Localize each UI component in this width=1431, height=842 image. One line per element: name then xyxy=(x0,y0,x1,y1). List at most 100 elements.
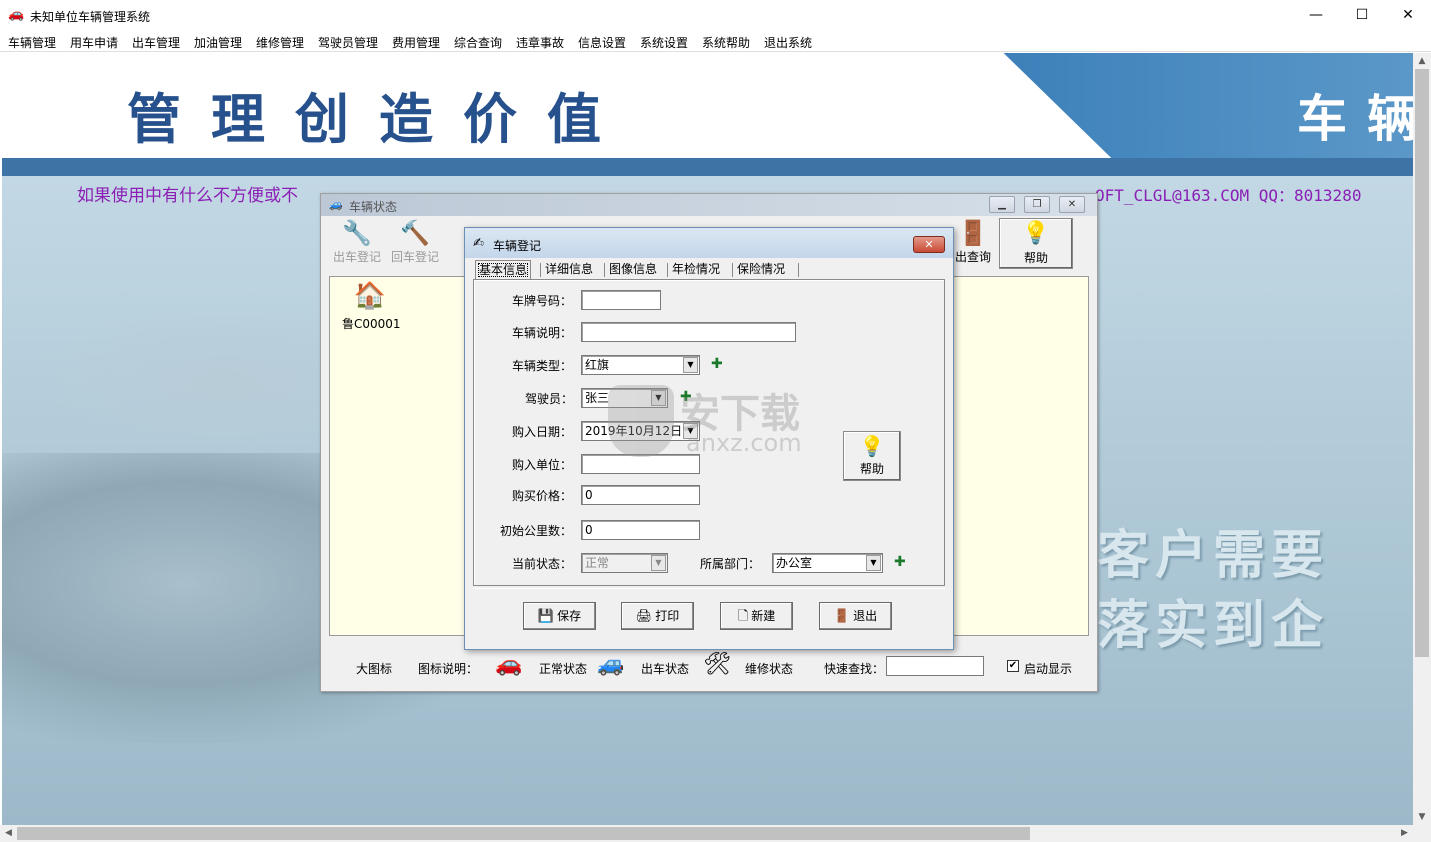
driver-select[interactable]: 张三 ▼ xyxy=(581,388,668,408)
maximize-button[interactable]: ☐ xyxy=(1339,0,1385,31)
department-label: 所属部门： xyxy=(700,557,761,571)
menu-vehicle[interactable]: 车辆管理 xyxy=(8,34,56,51)
lightbulb-icon: 💡 xyxy=(859,434,885,458)
tab-annual-inspection[interactable]: 年检情况 xyxy=(669,260,723,280)
vehicle-type-select[interactable]: 红旗 ▼ xyxy=(581,355,700,375)
window-title: 未知单位车辆管理系统 xyxy=(30,10,151,24)
large-icon-toggle[interactable]: 大图标 xyxy=(356,660,392,677)
mileage-input[interactable]: 0 xyxy=(581,520,700,540)
dialog-button-bar: 💾 保存 🖨 打印 🗋 新建 🚪 退出 xyxy=(473,588,945,644)
car-out-button[interactable]: 🔧 出车登记 xyxy=(329,218,385,268)
out-status-label: 出车状态 xyxy=(641,662,690,676)
status-window-titlebar[interactable]: 🚙 车辆状态 ▁ ❐ ✕ xyxy=(321,194,1097,216)
car-out-icon: 🔧 xyxy=(342,219,372,247)
current-status-label: 当前状态： xyxy=(512,557,573,571)
basic-info-panel: 车牌号码： 车辆说明： 车辆类型： 红旗 ▼ ✚ 驾驶员： 张三 ▼ ✚ 购入日… xyxy=(473,279,945,586)
menu-repair[interactable]: 维修管理 xyxy=(256,34,304,51)
calendar-dropdown-icon[interactable]: ▼ xyxy=(683,423,698,439)
print-button[interactable]: 🖨 打印 xyxy=(621,602,694,630)
dialog-title: 车辆登记 xyxy=(493,239,542,253)
vehicle-register-dialog: ✍ 车辆登记 ✕ 基本信息 详细信息 图像信息 年检情况 保险情况 车牌号码： … xyxy=(464,227,954,650)
repair-status-icon: 🛠 xyxy=(703,652,731,677)
chevron-down-icon[interactable]: ▼ xyxy=(683,357,698,373)
auto-show-checkbox[interactable]: ✔ xyxy=(1007,660,1019,672)
mileage-label: 初始公里数： xyxy=(500,524,573,538)
menu-info-settings[interactable]: 信息设置 xyxy=(578,34,626,51)
tab-image-info[interactable]: 图像信息 xyxy=(606,260,660,280)
department-select[interactable]: 办公室 ▼ xyxy=(772,553,883,573)
dialog-help-button[interactable]: 💡 帮助 xyxy=(843,431,901,481)
save-button[interactable]: 💾 保存 xyxy=(523,602,596,630)
dialog-close-button[interactable]: ✕ xyxy=(913,236,945,253)
banner-slogan-right: 车辆 xyxy=(1297,89,1413,148)
scroll-left-icon[interactable]: ◀ xyxy=(0,825,17,842)
status-help-button[interactable]: 💡 帮助 xyxy=(999,218,1073,269)
tab-insurance[interactable]: 保险情况 xyxy=(734,260,788,280)
menu-cost[interactable]: 费用管理 xyxy=(392,34,440,51)
vehicle-type-label: 车辆类型： xyxy=(512,359,573,373)
price-input[interactable]: 0 xyxy=(581,485,700,505)
app-icon: 🚗 xyxy=(8,7,25,22)
repair-status-label: 维修状态 xyxy=(745,662,794,676)
marquee-text: 如果使用中有什么不方便或不 xyxy=(77,186,298,206)
quick-search-input[interactable] xyxy=(886,656,984,676)
menu-system-settings[interactable]: 系统设置 xyxy=(640,34,688,51)
vehicle-plate-label[interactable]: 鲁C00001 xyxy=(342,315,401,332)
house-car-icon[interactable]: 🏠 xyxy=(352,281,388,311)
menu-driver[interactable]: 驾驶员管理 xyxy=(318,34,378,51)
scroll-thumb[interactable] xyxy=(1415,69,1429,657)
status-restore-button[interactable]: ❐ xyxy=(1024,196,1050,213)
scroll-up-icon[interactable]: ▲ xyxy=(1413,53,1431,69)
menu-fuel[interactable]: 加油管理 xyxy=(194,34,242,51)
purchase-date-picker[interactable]: 2019年10月12日 ▼ xyxy=(581,421,700,441)
auto-show-label: 启动显示 xyxy=(1024,662,1073,676)
legend-label: 图标说明： xyxy=(418,662,479,676)
menu-query[interactable]: 综合查询 xyxy=(454,34,502,51)
scroll-down-icon[interactable]: ▼ xyxy=(1413,809,1431,825)
scroll-right-icon[interactable]: ▶ xyxy=(1396,825,1413,842)
car-icon: 🚙 xyxy=(329,198,343,211)
lightbulb-icon: 💡 xyxy=(1022,221,1050,246)
purchase-date-label: 购入日期： xyxy=(512,425,573,439)
add-driver-icon[interactable]: ✚ xyxy=(680,390,692,404)
menu-request[interactable]: 用车申请 xyxy=(70,34,118,51)
hscroll-thumb[interactable] xyxy=(17,827,1030,840)
tab-basic-info[interactable]: 基本信息 xyxy=(475,260,532,280)
slogan-line-1: 客户需要 xyxy=(1097,525,1330,586)
car-return-icon: 🔨 xyxy=(400,219,430,247)
status-window-title: 车辆状态 xyxy=(349,200,398,214)
menu-bar: 车辆管理 用车申请 出车管理 加油管理 维修管理 驾驶员管理 费用管理 综合查询… xyxy=(0,31,1431,52)
marquee-contact: OFT_CLGL@163.COM QQ：8013280 xyxy=(1095,186,1362,205)
menu-violation[interactable]: 违章事故 xyxy=(516,34,564,51)
chevron-down-icon[interactable]: ▼ xyxy=(866,555,881,571)
price-label: 购买价格： xyxy=(512,489,573,503)
description-input[interactable] xyxy=(581,322,796,342)
add-department-icon[interactable]: ✚ xyxy=(894,555,906,569)
status-minimize-button[interactable]: ▁ xyxy=(989,196,1015,213)
purchase-unit-input[interactable] xyxy=(581,454,700,474)
minimize-button[interactable]: — xyxy=(1293,0,1339,31)
floppy-disk-icon: 💾 xyxy=(537,609,555,624)
exit-button[interactable]: 🚪 退出 xyxy=(819,602,892,630)
close-button[interactable]: ✕ xyxy=(1385,0,1431,31)
dialog-tabs: 基本信息 详细信息 图像信息 年检情况 保险情况 xyxy=(473,260,947,280)
title-bar: 🚗 未知单位车辆管理系统 — ☐ ✕ xyxy=(0,0,1431,31)
car-return-button[interactable]: 🔨 回车登记 xyxy=(387,218,443,268)
horizontal-scrollbar[interactable]: ◀ ▶ xyxy=(0,825,1413,842)
add-type-icon[interactable]: ✚ xyxy=(711,357,723,371)
chevron-down-icon: ▼ xyxy=(651,555,666,571)
slogan-line-2: 落实到企 xyxy=(1097,595,1330,656)
tab-detail-info[interactable]: 详细信息 xyxy=(542,260,596,280)
dialog-titlebar[interactable]: ✍ 车辆登记 ✕ xyxy=(465,228,953,258)
plate-input[interactable] xyxy=(581,290,661,310)
status-close-button[interactable]: ✕ xyxy=(1059,196,1085,213)
menu-dispatch[interactable]: 出车管理 xyxy=(132,34,180,51)
vertical-scrollbar[interactable]: ▲ ▼ xyxy=(1413,53,1431,825)
banner-slogan: 管理创造价值 xyxy=(127,87,631,151)
normal-status-icon: 🚗 xyxy=(495,652,523,677)
menu-help[interactable]: 系统帮助 xyxy=(702,34,750,51)
chevron-down-icon[interactable]: ▼ xyxy=(651,390,666,406)
new-button[interactable]: 🗋 新建 xyxy=(720,602,793,630)
menu-exit[interactable]: 退出系统 xyxy=(764,34,812,51)
out-status-icon: 🚙 xyxy=(597,652,625,677)
